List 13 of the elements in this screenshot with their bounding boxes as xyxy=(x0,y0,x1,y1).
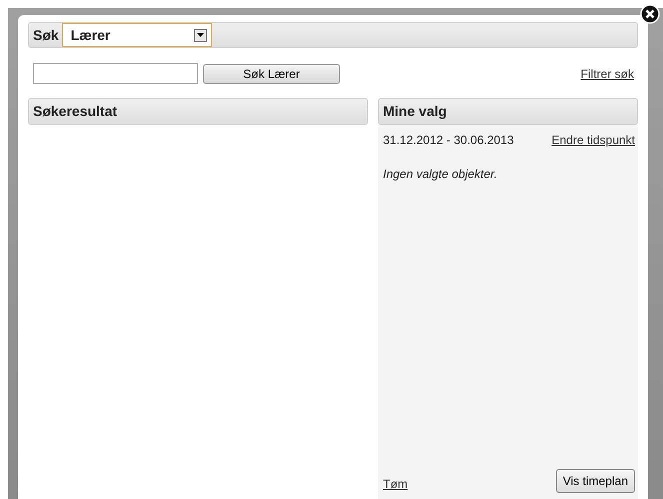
search-button[interactable]: Søk Lærer xyxy=(203,64,340,84)
filter-search-link[interactable]: Filtrer søk xyxy=(580,64,634,82)
search-type-select[interactable]: Lærer xyxy=(62,23,212,47)
change-time-link[interactable]: Endre tidspunkt xyxy=(552,131,635,149)
date-range-text: 31.12.2012 - 30.06.2013 xyxy=(383,132,514,149)
close-icon[interactable] xyxy=(640,4,660,24)
search-input-field[interactable] xyxy=(33,63,198,84)
results-header: Søkeresultat xyxy=(28,98,368,125)
my-choices-header: Mine valg xyxy=(378,98,638,125)
show-schedule-button[interactable]: Vis timeplan xyxy=(556,469,635,493)
empty-message: Ingen valgte objekter. xyxy=(383,166,498,183)
clear-link[interactable]: Tøm xyxy=(383,475,408,493)
search-label: Søk xyxy=(33,26,59,44)
